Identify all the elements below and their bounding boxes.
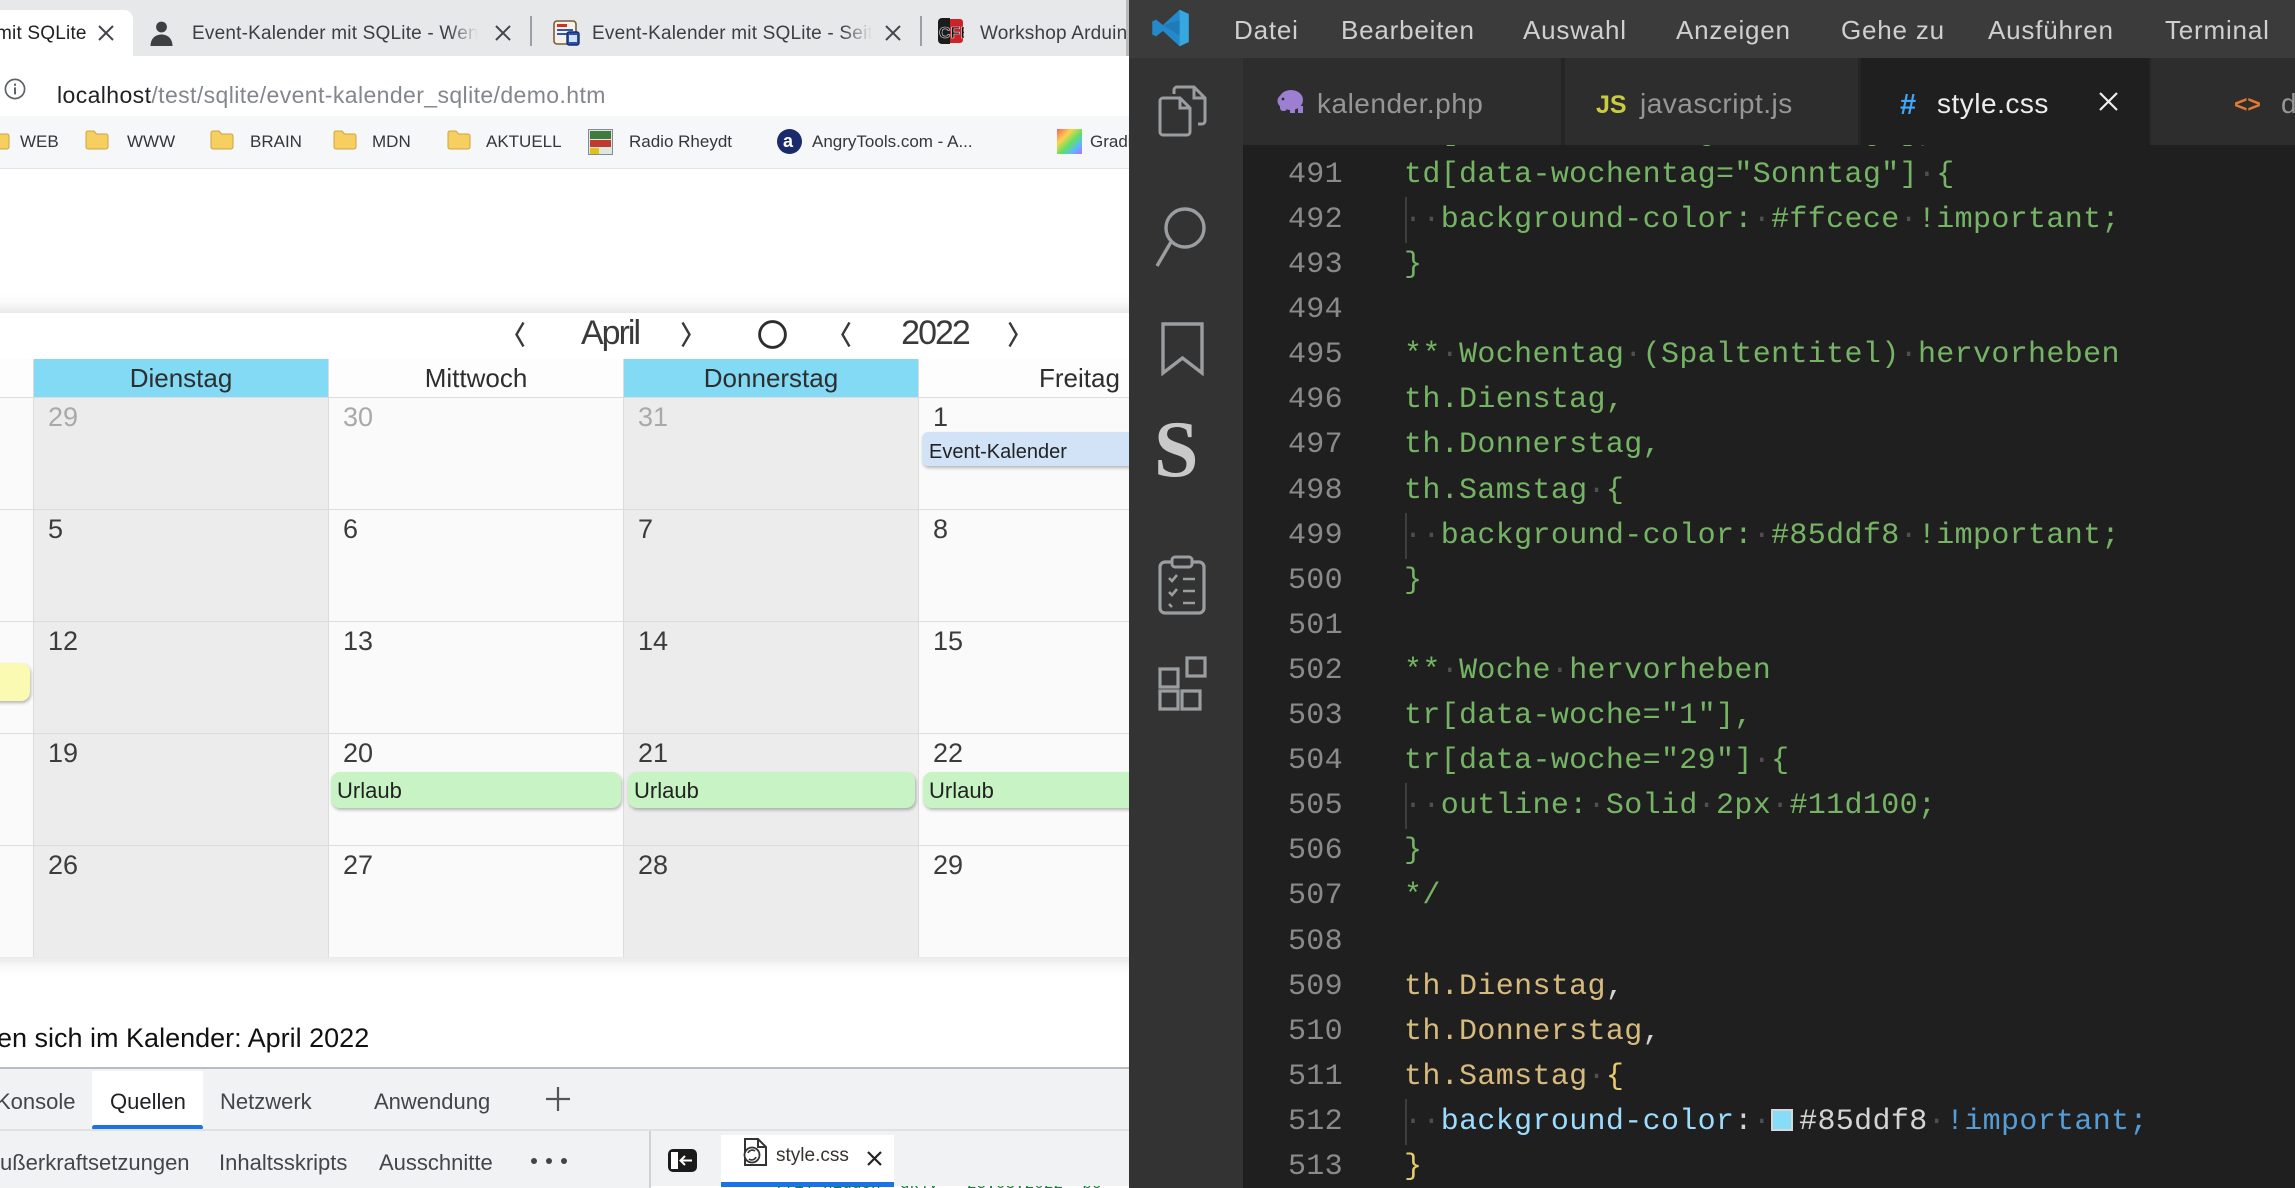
svg-text:CFB: CFB (939, 25, 964, 42)
